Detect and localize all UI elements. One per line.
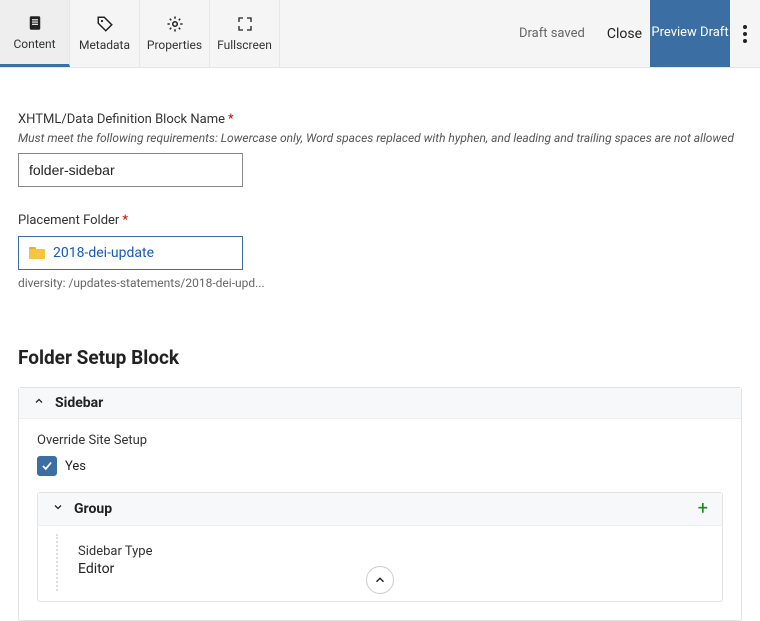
tab-content[interactable]: Content bbox=[0, 0, 70, 67]
override-label: Override Site Setup bbox=[37, 433, 723, 448]
chevron-down-icon bbox=[52, 501, 64, 517]
label-text: Placement Folder bbox=[18, 213, 119, 228]
placement-folder-picker[interactable]: 2018-dei-update bbox=[18, 236, 243, 270]
placement-folder-value: 2018-dei-update bbox=[53, 245, 154, 261]
content-area: XHTML/Data Definition Block Name* Must m… bbox=[0, 68, 760, 621]
label-text: XHTML/Data Definition Block Name bbox=[18, 112, 225, 127]
block-name-hint: Must meet the following requirements: Lo… bbox=[18, 131, 742, 145]
tab-metadata[interactable]: Metadata bbox=[70, 0, 140, 67]
gear-icon bbox=[166, 15, 184, 33]
top-toolbar: Content Metadata Properties Fullscreen D… bbox=[0, 0, 760, 68]
tab-properties[interactable]: Properties bbox=[140, 0, 210, 67]
panel-title: Sidebar bbox=[55, 395, 103, 411]
preview-draft-button[interactable]: Preview Draft bbox=[650, 0, 730, 67]
group-subpanel-header[interactable]: Group + bbox=[38, 493, 722, 526]
document-icon bbox=[26, 14, 44, 32]
tab-strip: Content Metadata Properties Fullscreen bbox=[0, 0, 280, 67]
sidebar-panel-header[interactable]: Sidebar bbox=[19, 388, 741, 419]
tab-label: Content bbox=[13, 37, 55, 51]
required-marker: * bbox=[228, 112, 234, 127]
sidebar-type-label: Sidebar Type bbox=[78, 544, 696, 559]
add-group-button[interactable]: + bbox=[698, 500, 708, 518]
required-marker: * bbox=[122, 213, 128, 228]
collapse-panel-button[interactable] bbox=[366, 566, 394, 594]
block-name-label: XHTML/Data Definition Block Name* bbox=[18, 112, 742, 127]
tab-label: Fullscreen bbox=[217, 38, 272, 52]
override-field: Yes bbox=[37, 456, 723, 476]
placement-folder-path: diversity: /updates-statements/2018-dei-… bbox=[18, 276, 742, 290]
tab-label: Properties bbox=[147, 38, 202, 52]
override-checkbox[interactable] bbox=[37, 456, 57, 476]
tab-fullscreen[interactable]: Fullscreen bbox=[210, 0, 280, 67]
close-button[interactable]: Close bbox=[607, 26, 642, 42]
save-status: Draft saved bbox=[519, 26, 585, 41]
block-name-input[interactable] bbox=[18, 153, 243, 187]
toolbar-actions: Draft saved Close bbox=[519, 0, 650, 67]
more-menu-button[interactable] bbox=[730, 0, 760, 67]
section-title: Folder Setup Block bbox=[18, 346, 742, 369]
override-value-label: Yes bbox=[65, 459, 86, 474]
chevron-up-icon bbox=[33, 395, 45, 411]
folder-icon bbox=[29, 247, 45, 259]
chevron-up-icon bbox=[373, 573, 387, 587]
kebab-icon bbox=[743, 25, 747, 43]
group-title: Group bbox=[74, 501, 112, 517]
tag-icon bbox=[96, 15, 114, 33]
checkmark-icon bbox=[40, 459, 54, 473]
fullscreen-icon bbox=[236, 15, 254, 33]
tab-label: Metadata bbox=[79, 38, 130, 52]
placement-folder-label: Placement Folder* bbox=[18, 213, 742, 228]
